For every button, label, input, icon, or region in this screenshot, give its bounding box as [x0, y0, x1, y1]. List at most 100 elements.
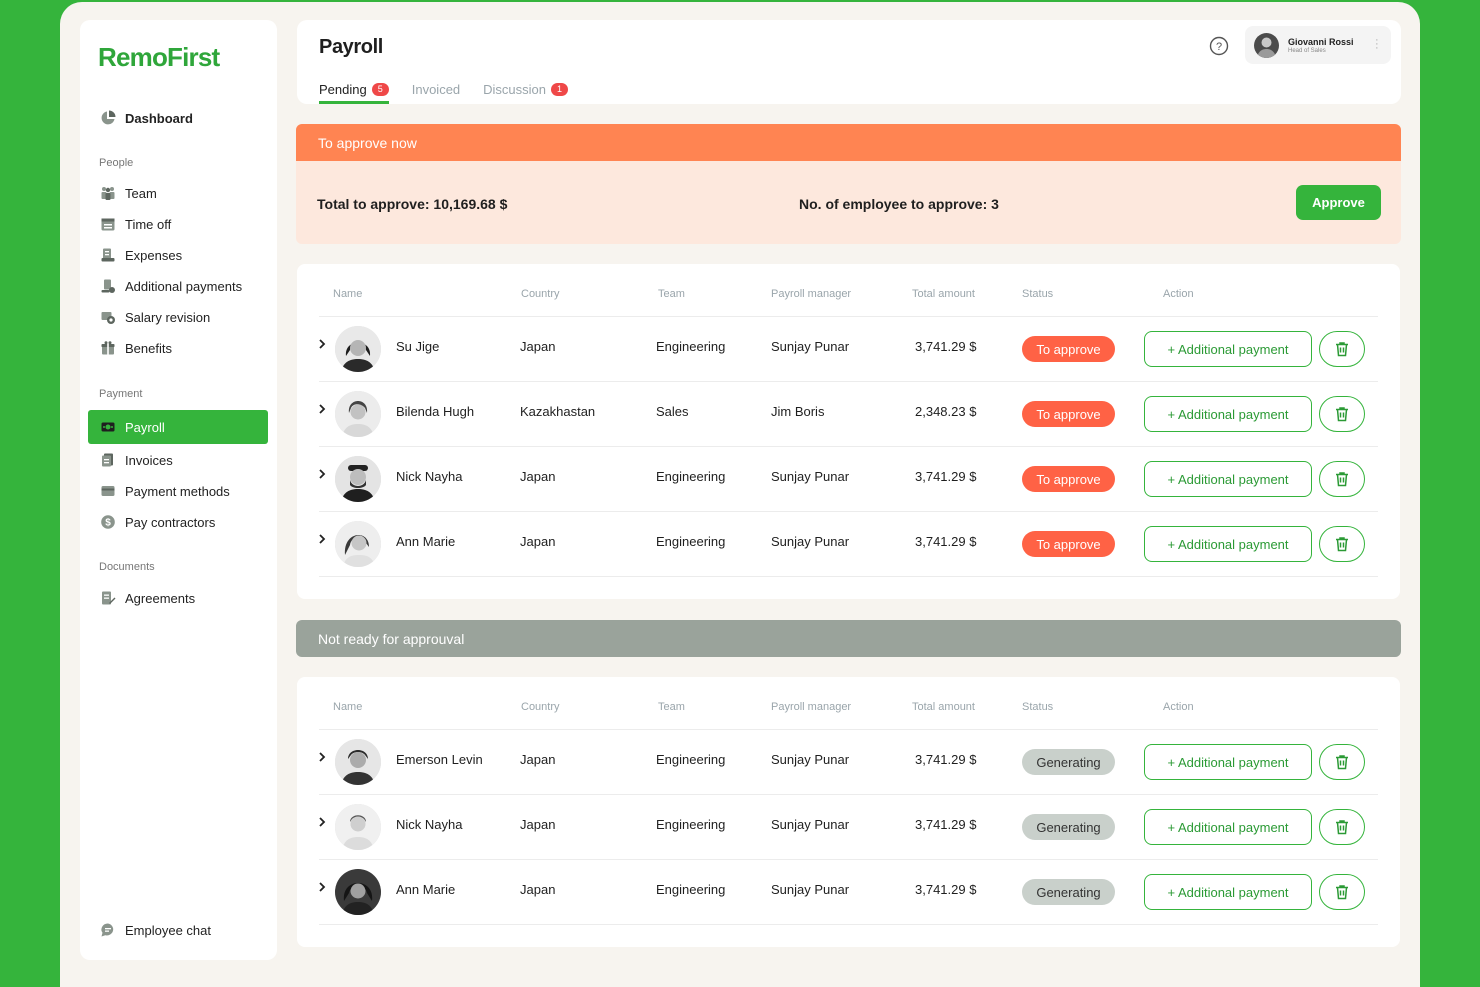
total-amount: 3,741.29 $	[915, 752, 977, 767]
trash-icon	[1336, 755, 1348, 770]
chevron-right-icon[interactable]	[317, 815, 327, 829]
employee-team: Engineering	[656, 752, 726, 767]
table-row: Emerson Levin Japan Engineering Sunjay P…	[297, 729, 1400, 794]
user-avatar	[1254, 33, 1279, 58]
pie-chart-icon	[101, 110, 116, 125]
column-header: Total amount	[912, 701, 975, 713]
delete-button[interactable]	[1319, 331, 1365, 367]
sidebar-item-label: Additional payments	[125, 278, 243, 294]
additional-payment-button[interactable]: + Additional payment	[1144, 744, 1312, 780]
sidebar-item-dashboard[interactable]: Dashboard	[88, 104, 268, 132]
sidebar-item-label: Salary revision	[125, 309, 211, 325]
more-vertical-icon[interactable]: · · ·	[1375, 35, 1379, 54]
delete-button[interactable]	[1319, 809, 1365, 845]
chevron-right-icon[interactable]	[317, 337, 327, 351]
sidebar-item-agreements[interactable]: Agreements	[88, 584, 268, 612]
sidebar-item-payroll[interactable]: Payroll	[88, 410, 268, 444]
svg-text:$: $	[105, 518, 111, 529]
employee-country: Japan	[520, 339, 556, 354]
employee-country: Japan	[520, 752, 556, 767]
help-icon[interactable]: ?	[1209, 36, 1229, 56]
delete-button[interactable]	[1319, 874, 1365, 910]
sidebar-item-additional-payments[interactable]: Additional payments	[88, 272, 268, 300]
employee-name: Ann Marie	[396, 534, 456, 549]
chevron-right-icon[interactable]	[317, 532, 327, 546]
payroll-manager: Jim Boris	[771, 404, 825, 419]
sidebar-item-invoices[interactable]: Invoices	[88, 446, 268, 474]
employee-country: Japan	[520, 817, 556, 832]
sidebar-item-team[interactable]: Team	[88, 179, 268, 207]
column-header: Team	[658, 701, 685, 713]
not-ready-table: Name Country Team Payroll manager Total …	[297, 677, 1400, 947]
status-badge: To approve	[1022, 401, 1115, 427]
section-label-payment: Payment	[99, 388, 143, 400]
svg-text:?: ?	[1216, 41, 1222, 53]
page-title: Payroll	[319, 36, 383, 58]
column-header: Status	[1022, 288, 1054, 300]
tab-pending[interactable]: Pending 5	[319, 76, 389, 104]
total-amount: 3,741.29 $	[915, 339, 977, 354]
sidebar-item-label: Payroll	[125, 419, 165, 435]
sidebar-item-time-off[interactable]: Time off	[88, 210, 268, 238]
sidebar-item-label: Team	[125, 185, 157, 201]
chevron-right-icon[interactable]	[317, 880, 327, 894]
table-row: Ann Marie Japan Engineering Sunjay Punar…	[297, 511, 1400, 576]
employee-country: Japan	[520, 882, 556, 897]
sidebar-item-label: Expenses	[125, 247, 183, 263]
employee-team: Engineering	[656, 817, 726, 832]
trash-icon	[1336, 407, 1348, 422]
employee-team: Engineering	[656, 469, 726, 484]
dollar-coin-icon: $	[101, 515, 115, 529]
delete-button[interactable]	[1319, 396, 1365, 432]
sidebar-item-salary-revision[interactable]: Salary revision	[88, 303, 268, 331]
chat-icon	[101, 923, 114, 937]
total-amount: 3,741.29 $	[915, 882, 977, 897]
tab-invoiced[interactable]: Invoiced	[412, 76, 460, 102]
sidebar-item-label: Time off	[125, 216, 172, 232]
delete-button[interactable]	[1319, 461, 1365, 497]
additional-payment-button[interactable]: + Additional payment	[1144, 874, 1312, 910]
sidebar-item-label: Invoices	[125, 452, 173, 468]
avatar	[335, 869, 381, 915]
employee-team: Engineering	[656, 534, 726, 549]
sidebar-item-benefits[interactable]: Benefits	[88, 334, 268, 362]
employee-name: Nick Nayha	[396, 469, 463, 484]
column-header: Action	[1163, 701, 1194, 713]
table-header: Name Country Team Payroll manager Total …	[297, 264, 1400, 316]
additional-payment-button[interactable]: + Additional payment	[1144, 526, 1312, 562]
salary-revision-icon	[101, 312, 115, 324]
user-name: Giovanni Rossi	[1288, 37, 1354, 47]
additional-payment-button[interactable]: + Additional payment	[1144, 396, 1312, 432]
total-amount: 3,741.29 $	[915, 817, 977, 832]
calendar-icon	[101, 218, 115, 231]
total-to-approve: Total to approve: 10,169.68 $	[317, 196, 508, 212]
user-menu[interactable]: Giovanni Rossi Head of Sales · · ·	[1245, 26, 1391, 64]
additional-payment-button[interactable]: + Additional payment	[1144, 461, 1312, 497]
sidebar-item-employee-chat[interactable]: Employee chat	[88, 916, 268, 944]
employee-team: Sales	[656, 404, 689, 419]
avatar	[335, 391, 381, 437]
sidebar-item-label: Employee chat	[125, 922, 211, 938]
approve-button[interactable]: Approve	[1296, 185, 1381, 220]
sidebar-item-pay-contractors[interactable]: $ Pay contractors	[88, 508, 268, 536]
additional-payment-button[interactable]: + Additional payment	[1144, 809, 1312, 845]
status-badge: To approve	[1022, 531, 1115, 557]
sidebar-item-expenses[interactable]: Expenses	[88, 241, 268, 269]
avatar	[335, 804, 381, 850]
payroll-manager: Sunjay Punar	[771, 339, 850, 354]
credit-card-icon	[101, 486, 115, 496]
tab-label: Pending	[319, 81, 367, 97]
additional-payment-button[interactable]: + Additional payment	[1144, 331, 1312, 367]
table-row: Ann Marie Japan Engineering Sunjay Punar…	[297, 859, 1400, 924]
chevron-right-icon[interactable]	[317, 402, 327, 416]
delete-button[interactable]	[1319, 526, 1365, 562]
delete-button[interactable]	[1319, 744, 1365, 780]
avatar	[335, 456, 381, 502]
total-amount: 3,741.29 $	[915, 534, 977, 549]
chevron-right-icon[interactable]	[317, 750, 327, 764]
chevron-right-icon[interactable]	[317, 467, 327, 481]
tab-discussion[interactable]: Discussion 1	[483, 76, 569, 102]
employees-to-approve: No. of employee to approve: 3	[799, 196, 999, 212]
sidebar-item-payment-methods[interactable]: Payment methods	[88, 477, 268, 505]
total-amount: 3,741.29 $	[915, 469, 977, 484]
